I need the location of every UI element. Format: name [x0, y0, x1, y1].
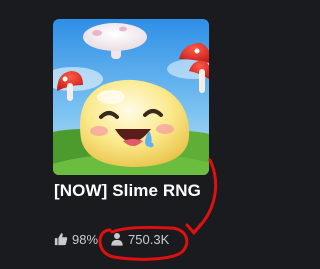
- game-card-page: [NOW] Slime RNG 98% 750.3K: [0, 0, 269, 269]
- rating-stat: 98%: [54, 232, 98, 247]
- rating-value: 98%: [72, 231, 99, 247]
- game-thumbnail[interactable]: [53, 19, 209, 175]
- players-stat: 750.3K: [110, 232, 169, 247]
- players-value: 750.3K: [128, 231, 170, 247]
- slime-thumbnail-image: [53, 19, 209, 175]
- red-arrowhead-icon: [185, 222, 203, 235]
- thumbs-up-icon: [54, 232, 68, 246]
- game-stats: 98% 750.3K: [54, 230, 169, 248]
- person-icon: [110, 232, 124, 246]
- game-title[interactable]: [NOW] Slime RNG: [54, 181, 201, 201]
